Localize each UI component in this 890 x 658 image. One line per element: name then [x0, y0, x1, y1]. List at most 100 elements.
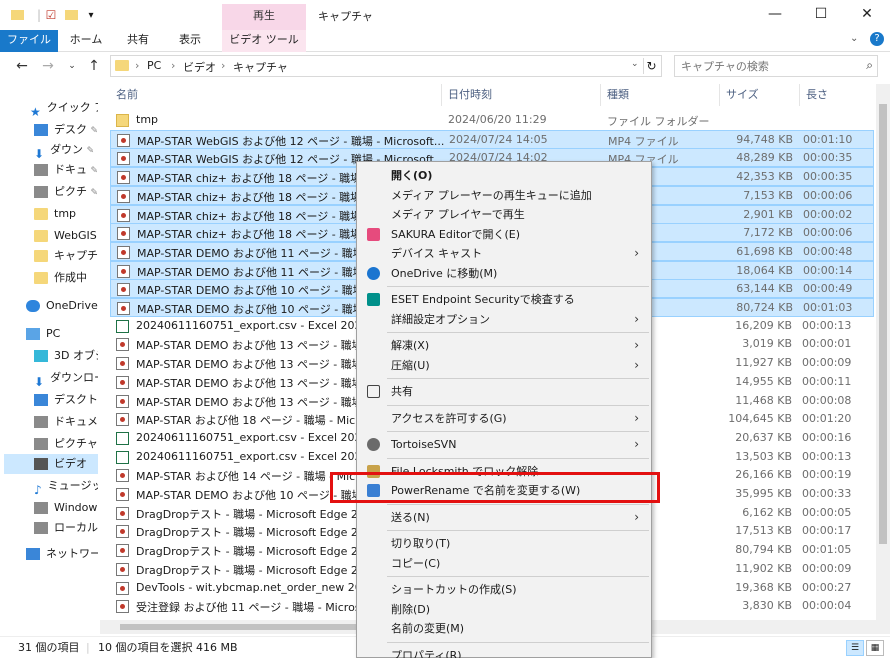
nav-onedrive[interactable]: OneDrive	[26, 296, 98, 316]
column-divider[interactable]	[719, 84, 720, 106]
new-folder-icon[interactable]	[62, 6, 80, 24]
eset-icon	[367, 293, 380, 306]
address-bar[interactable]: › PC › ビデオ › キャプチャ ⌄ ↻	[110, 55, 662, 77]
back-button[interactable]: ←	[12, 56, 32, 76]
nav-pc-music[interactable]: ♪ ミュージッ	[34, 476, 98, 496]
customize-toolbar-icon[interactable]: ▾	[82, 6, 100, 24]
breadcrumb-pc[interactable]: PC	[147, 59, 161, 72]
nav-pc[interactable]: PC	[26, 324, 60, 344]
menu-item-15[interactable]: アクセスを許可する(G) ›	[359, 409, 649, 428]
column-header-length[interactable]: 長さ	[806, 84, 828, 106]
expand-ribbon-icon[interactable]: ⌄	[850, 33, 858, 44]
tab-share[interactable]: 共有	[116, 30, 160, 52]
menu-item-label: アクセスを許可する(G)	[391, 411, 507, 425]
menu-item-2[interactable]: メディア プレイヤーで再生	[359, 205, 649, 224]
menu-item-17[interactable]: TortoiseSVN ›	[359, 435, 649, 454]
nav-tmp[interactable]: tmp	[34, 204, 76, 224]
chevron-right-icon: ›	[634, 246, 639, 260]
menu-item-24[interactable]: 切り取り(T)	[359, 534, 649, 553]
forward-button[interactable]: →	[38, 56, 58, 76]
menu-item-28[interactable]: 削除(D)	[359, 600, 649, 619]
maximize-button[interactable]: ☐	[798, 0, 844, 30]
menu-item-29[interactable]: 名前の変更(M)	[359, 619, 649, 638]
scroll-thumb[interactable]	[879, 104, 887, 544]
video-file-icon	[117, 283, 130, 296]
menu-item-4[interactable]: デバイス キャスト ›	[359, 244, 649, 263]
tab-file[interactable]: ファイル	[0, 30, 58, 52]
refresh-icon[interactable]: ↻	[643, 58, 659, 74]
nav-documents[interactable]: ドキュ ✎	[34, 160, 98, 180]
tab-video-tools[interactable]: ビデオ ツール	[222, 30, 306, 52]
address-dropdown-icon[interactable]: ⌄	[631, 59, 639, 69]
pin-icon: ✎	[90, 126, 99, 136]
nav-local-drive[interactable]: ローカル	[34, 518, 98, 538]
column-divider[interactable]	[441, 84, 442, 106]
nav-pc-desktop[interactable]: デスクトッ	[34, 390, 98, 410]
menu-item-0[interactable]: 開く(O)	[359, 166, 649, 185]
nav-3d-objects[interactable]: 3D オブジ	[34, 346, 98, 366]
column-header-size[interactable]: サイズ	[726, 84, 759, 106]
nav-webgis[interactable]: WebGIS	[34, 226, 97, 246]
nav-pc-pictures[interactable]: ピクチャ	[34, 434, 98, 454]
menu-item-10[interactable]: 解凍(X) ›	[359, 336, 649, 355]
nav-pc-documents[interactable]: ドキュメン	[34, 412, 98, 432]
file-size: 2,901 KB	[743, 208, 793, 221]
minimize-button[interactable]: —	[752, 0, 798, 30]
nav-windows-drive[interactable]: Window	[34, 498, 97, 518]
menu-item-25[interactable]: コピー(C)	[359, 554, 649, 573]
menu-item-8[interactable]: 詳細設定オプション ›	[359, 310, 649, 329]
nav-quick-access[interactable]: ★クイック ア	[30, 98, 98, 118]
nav-capture[interactable]: キャプチ	[34, 246, 98, 266]
menu-item-22[interactable]: 送る(N) ›	[359, 508, 649, 527]
nav-pictures[interactable]: ピクチ ✎	[34, 182, 98, 202]
breadcrumb-capture[interactable]: キャプチャ	[233, 59, 288, 75]
properties-icon[interactable]: ☑	[42, 6, 60, 24]
file-length: 00:01:05	[802, 543, 852, 556]
search-box[interactable]: ⌕	[674, 55, 878, 77]
tab-home[interactable]: ホーム	[64, 30, 108, 52]
video-file-icon	[117, 227, 130, 240]
column-divider[interactable]	[600, 84, 601, 106]
chevron-right-icon: ›	[634, 357, 639, 372]
column-header-type[interactable]: 種類	[607, 84, 629, 106]
menu-item-7[interactable]: ESET Endpoint Securityで検査する	[359, 290, 649, 309]
context-tab-play[interactable]: 再生	[222, 4, 306, 30]
recent-locations-icon[interactable]: ⌄	[62, 56, 82, 76]
large-icons-view-icon[interactable]: ▦	[866, 640, 884, 656]
highlight-annotation	[330, 472, 660, 503]
menu-item-1[interactable]: メディア プレーヤーの再生キューに追加	[359, 186, 649, 205]
column-divider[interactable]	[799, 84, 800, 106]
file-row[interactable]: tmp 2024/06/20 11:29 ファイル フォルダー	[110, 111, 874, 130]
file-row[interactable]: MAP-STAR WebGIS および他 12 ページ - 職場 - Micro…	[110, 130, 874, 149]
file-length: 00:00:33	[802, 487, 852, 500]
nav-desktop[interactable]: デスク ✎	[34, 120, 98, 140]
column-header-date[interactable]: 日付時刻	[448, 84, 492, 106]
up-button[interactable]: ↑	[84, 56, 104, 76]
menu-item-13[interactable]: 共有	[359, 382, 649, 401]
nav-network[interactable]: ネットワーク	[26, 544, 98, 564]
close-button[interactable]: ✕	[844, 0, 890, 30]
menu-item-label: 解凍(X)	[391, 339, 430, 352]
video-file-icon	[116, 413, 129, 426]
nav-pc-videos[interactable]: ビデオ	[4, 454, 98, 474]
nav-pc-downloads[interactable]: ⬇ダウンロー	[34, 368, 98, 388]
desktop-icon	[34, 394, 48, 406]
menu-item-11[interactable]: 圧縮(U) ›	[359, 356, 649, 375]
file-type: MP4 ファイル	[608, 135, 679, 148]
tab-view[interactable]: 表示	[168, 30, 212, 52]
menu-item-27[interactable]: ショートカットの作成(S)	[359, 580, 649, 599]
column-header-name[interactable]: 名前	[116, 84, 138, 106]
details-view-icon[interactable]: ☰	[846, 640, 864, 656]
help-icon[interactable]: ?	[870, 32, 884, 46]
search-input[interactable]	[675, 56, 855, 76]
menu-item-5[interactable]: OneDrive に移動(M)	[359, 264, 649, 283]
file-size: 19,368 KB	[735, 581, 792, 594]
file-length: 00:00:16	[802, 431, 852, 444]
breadcrumb-video[interactable]: ビデオ	[183, 59, 216, 75]
nav-sakusei[interactable]: 作成中	[34, 268, 87, 288]
folder-icon[interactable]	[8, 6, 26, 24]
nav-downloads[interactable]: ⬇ ダウン ✎	[34, 140, 94, 160]
menu-item-3[interactable]: SAKURA Editorで開く(E)	[359, 225, 649, 244]
vertical-scrollbar[interactable]	[876, 84, 890, 634]
menu-item-31[interactable]: プロパティ(R)	[359, 646, 649, 658]
